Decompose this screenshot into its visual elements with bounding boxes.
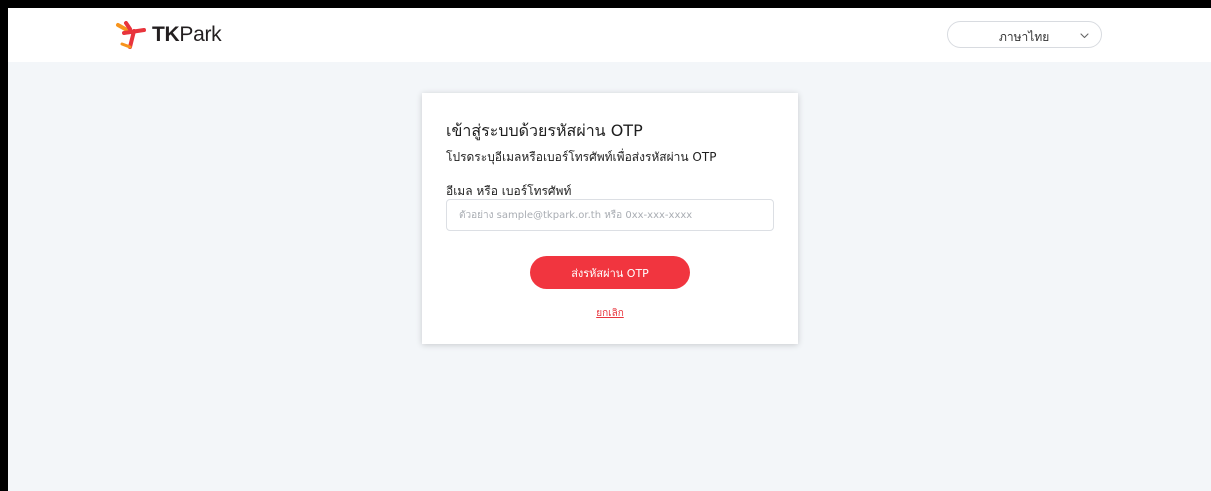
tkpark-logo[interactable]: TKPark [114,21,222,49]
email-phone-input[interactable] [446,199,774,231]
card-subtitle: โปรดระบุอีเมลหรือเบอร์โทรศัพท์เพื่อส่งรห… [446,150,717,164]
language-select-value: ภาษาไทย [999,30,1050,44]
tkpark-logo-mark-icon [116,21,146,49]
top-header: TKPark ภาษาไทย [8,8,1211,62]
page-frame: TKPark ภาษาไทย เข้าสู่ระบบด้วยรหัสผ่าน O… [8,8,1211,491]
otp-login-card: เข้าสู่ระบบด้วยรหัสผ่าน OTP โปรดระบุอีเม… [422,93,798,344]
logo-text: TKPark [152,23,222,47]
send-otp-button[interactable]: ส่งรหัสผ่าน OTP [530,256,690,289]
card-title: เข้าสู่ระบบด้วยรหัสผ่าน OTP [446,121,643,140]
language-select[interactable]: ภาษาไทย [947,21,1102,48]
logo-text-regular: Park [179,23,222,46]
chevron-down-icon [1080,33,1089,39]
logo-text-bold: TK [152,23,180,46]
cancel-link[interactable]: ยกเลิก [422,306,798,321]
